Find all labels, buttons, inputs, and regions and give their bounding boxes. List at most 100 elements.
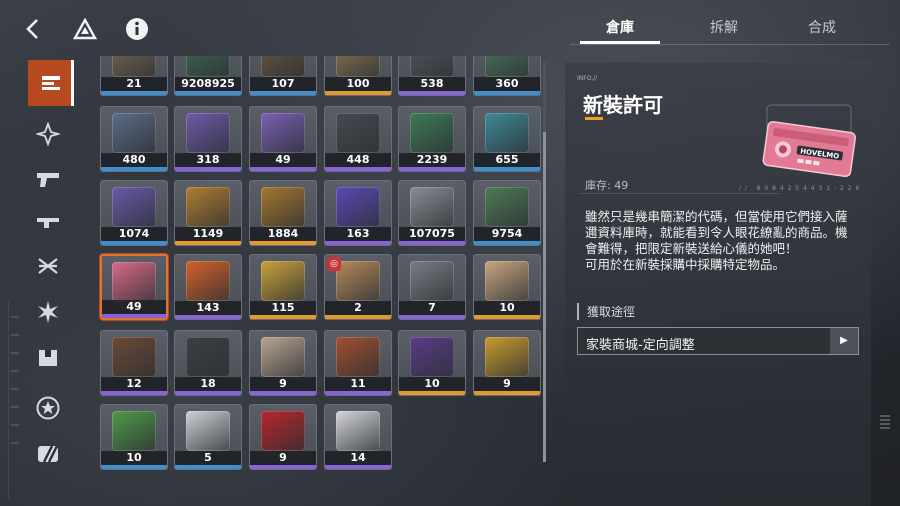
item-quantity: 1884 xyxy=(250,227,316,241)
sidebar-item-materials[interactable] xyxy=(30,248,66,284)
limited-badge-icon: ◎ xyxy=(327,257,341,271)
info-tag: INFO.// xyxy=(577,75,598,82)
rarity-bar xyxy=(325,315,391,319)
inventory-item[interactable]: 9 xyxy=(473,330,541,396)
sidebar-item-weapon[interactable] xyxy=(30,161,66,197)
inventory-item[interactable]: 12 xyxy=(100,330,168,396)
inventory-item[interactable]: 115 xyxy=(249,254,317,320)
inventory-item[interactable]: 2239 xyxy=(398,106,466,172)
inventory-item[interactable]: 318 xyxy=(174,106,242,172)
rarity-bar xyxy=(250,391,316,395)
sidebar-item-attachment[interactable] xyxy=(30,204,66,240)
item-quantity: 115 xyxy=(250,301,316,315)
tab-dismantle[interactable]: 拆解 xyxy=(674,14,774,42)
inventory-item[interactable]: 7 xyxy=(398,254,466,320)
item-quantity: 107 xyxy=(250,77,316,91)
acquisition-source-button[interactable]: 家裝商城-定向調整 ▶ xyxy=(577,327,859,355)
item-icon xyxy=(261,113,305,153)
stock-divider xyxy=(579,193,779,194)
circle-star-icon xyxy=(36,396,60,420)
inventory-item[interactable]: 163 xyxy=(324,180,392,246)
item-icon xyxy=(485,56,529,77)
item-quantity: 360 xyxy=(474,77,540,91)
inventory-item[interactable]: 9754 xyxy=(473,180,541,246)
tab-synthesize[interactable]: 合成 xyxy=(772,14,872,42)
rarity-bar xyxy=(101,465,167,469)
item-icon xyxy=(336,187,380,227)
sidebar-item-supply[interactable] xyxy=(30,340,66,376)
back-icon[interactable] xyxy=(18,14,48,44)
inventory-item[interactable]: 5 xyxy=(174,404,242,470)
go-arrow-icon[interactable]: ▶ xyxy=(830,328,858,354)
inventory-item[interactable]: 360 xyxy=(473,56,541,96)
inventory-item[interactable]: 21 xyxy=(100,56,168,96)
pistol-icon xyxy=(35,169,61,189)
sidebar-item-all[interactable] xyxy=(28,60,74,106)
inventory-grid: 21 9208925 107 100 538 360 480 318 49 448 2239 655 1… xyxy=(92,56,548,506)
inventory-item[interactable]: 10 xyxy=(100,404,168,470)
rarity-bar xyxy=(250,315,316,319)
inventory-item[interactable]: 49 xyxy=(249,106,317,172)
info-icon[interactable] xyxy=(122,14,152,44)
inventory-scrollbar[interactable] xyxy=(543,62,546,462)
item-icon xyxy=(112,411,156,451)
star-compass-icon xyxy=(36,122,60,146)
inventory-item[interactable]: 14 xyxy=(324,404,392,470)
inventory-item[interactable]: 1884 xyxy=(249,180,317,246)
item-icon xyxy=(261,56,305,77)
inventory-item[interactable]: 100 xyxy=(324,56,392,96)
inventory-item[interactable]: 480 xyxy=(100,106,168,172)
inventory-item[interactable]: 10 xyxy=(473,254,541,320)
rarity-bar xyxy=(175,315,241,319)
inventory-item[interactable]: 538 xyxy=(398,56,466,96)
item-icon xyxy=(112,113,156,153)
rarity-bar xyxy=(175,241,241,245)
item-icon xyxy=(112,337,156,377)
inventory-item[interactable]: 10 xyxy=(398,330,466,396)
inventory-item[interactable]: 9208925 xyxy=(174,56,242,96)
rarity-bar xyxy=(101,167,167,171)
sidebar-item-badge[interactable] xyxy=(30,390,66,426)
item-quantity: 10 xyxy=(474,301,540,315)
title-underline xyxy=(585,117,603,120)
inventory-item[interactable]: 1074 xyxy=(100,180,168,246)
sidebar-item-special[interactable] xyxy=(30,294,66,330)
item-quantity: 163 xyxy=(325,227,391,241)
inventory-item[interactable]: 9 xyxy=(249,404,317,470)
item-quantity: 1149 xyxy=(175,227,241,241)
inventory-item[interactable]: ◎ 2 xyxy=(324,254,392,320)
inventory-item[interactable]: 143 xyxy=(174,254,242,320)
inventory-item[interactable]: 18 xyxy=(174,330,242,396)
sidebar-item-doll[interactable] xyxy=(30,116,66,152)
inventory-item[interactable]: 107075 xyxy=(398,180,466,246)
list-stack-icon xyxy=(40,74,62,92)
item-quantity: 49 xyxy=(250,153,316,167)
item-icon xyxy=(186,337,230,377)
sidebar-item-misc[interactable] xyxy=(30,436,66,472)
item-quantity: 21 xyxy=(101,77,167,91)
rarity-bar xyxy=(175,91,241,95)
item-icon xyxy=(336,113,380,153)
inventory-item[interactable]: 107 xyxy=(249,56,317,96)
item-quantity: 12 xyxy=(101,377,167,391)
item-icon xyxy=(485,187,529,227)
item-icon xyxy=(485,261,529,301)
tab-warehouse[interactable]: 倉庫 xyxy=(570,14,670,44)
crossed-arrows-icon xyxy=(36,254,60,278)
rarity-bar xyxy=(325,167,391,171)
rarity-bar xyxy=(325,465,391,469)
scrollbar-thumb[interactable] xyxy=(543,132,546,462)
inventory-item[interactable]: 1149 xyxy=(174,180,242,246)
rarity-bar xyxy=(250,91,316,95)
home-triangle-icon[interactable] xyxy=(70,14,100,44)
rarity-bar xyxy=(399,91,465,95)
item-quantity: 2239 xyxy=(399,153,465,167)
item-quantity: 143 xyxy=(175,301,241,315)
inventory-item[interactable]: 49 xyxy=(100,254,168,320)
inventory-item[interactable]: 655 xyxy=(473,106,541,172)
item-quantity: 655 xyxy=(474,153,540,167)
inventory-item[interactable]: 9 xyxy=(249,330,317,396)
inventory-item[interactable]: 448 xyxy=(324,106,392,172)
inventory-item[interactable]: 11 xyxy=(324,330,392,396)
rarity-bar xyxy=(474,315,540,319)
